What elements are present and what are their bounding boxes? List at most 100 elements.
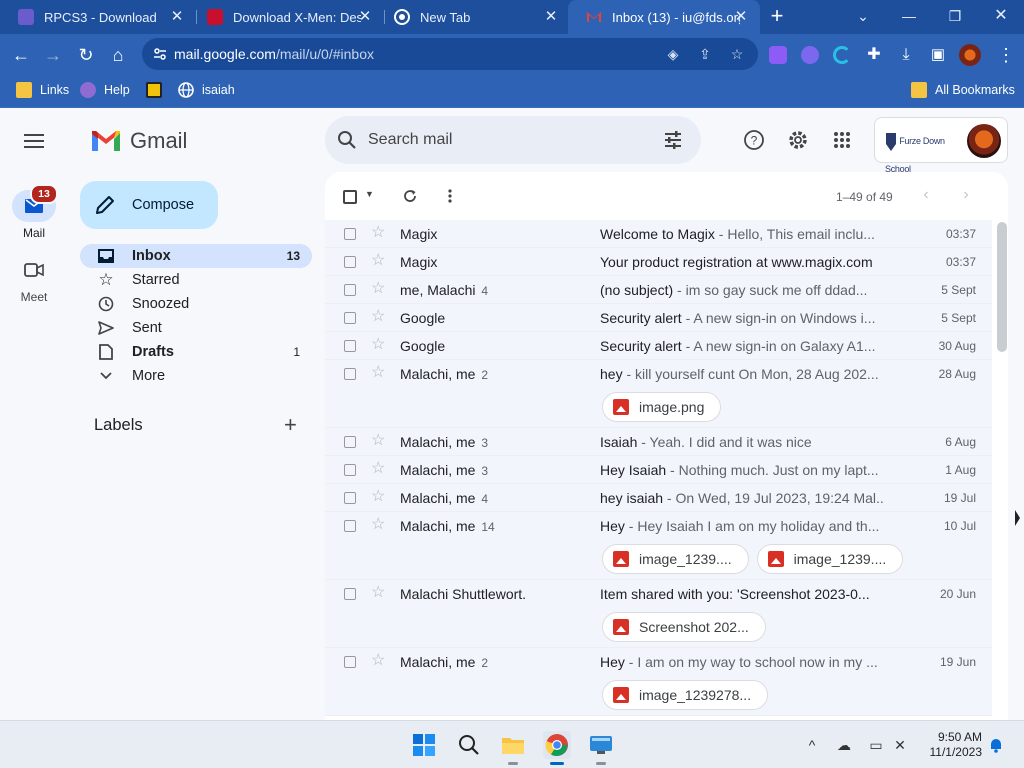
minimize-icon[interactable]: — [899,6,919,26]
onedrive-cloud-icon[interactable]: ☁ [834,735,854,755]
star-icon[interactable]: ☆ [371,336,385,354]
share-icon[interactable]: ⇪ [696,46,714,63]
add-label-icon[interactable]: + [284,414,297,436]
nav-sent[interactable]: Sent [80,316,312,340]
volume-muted-icon[interactable]: ✕ [890,735,910,755]
settings-gear-icon[interactable] [786,128,810,152]
row-checkbox[interactable] [344,464,356,476]
extensions-puzzle-icon[interactable]: ✚ [863,44,885,66]
search-icon[interactable] [337,130,357,150]
main-menu-icon[interactable] [24,134,44,148]
row-checkbox[interactable] [344,368,356,380]
notifications-bell-icon[interactable] [986,735,1006,755]
window-close-icon[interactable]: ✕ [991,6,1011,26]
extension-purple-icon[interactable] [769,46,787,64]
row-checkbox[interactable] [344,656,356,668]
star-icon[interactable]: ☆ [371,652,385,670]
star-icon[interactable]: ☆ [371,308,385,326]
star-icon[interactable]: ☆ [371,460,385,478]
email-row[interactable]: ☆ Google Security alert - A new sign-in o… [325,332,992,360]
search-input[interactable]: Search mail [368,131,452,149]
taskbar-search-button[interactable] [455,731,483,759]
row-checkbox[interactable] [344,312,356,324]
close-icon[interactable]: ✕ [356,8,374,26]
mail-list-scrollbar[interactable] [997,222,1007,352]
tab-search-chevron-icon[interactable]: ⌄ [853,6,873,26]
bookmark-star-icon[interactable]: ☆ [728,46,746,63]
email-row[interactable]: ☆ Malachi, me 2 hey - kill yourself cunt O… [325,360,992,428]
profile-avatar[interactable] [959,44,981,66]
star-icon[interactable]: ☆ [371,516,385,534]
close-icon[interactable]: ✕ [542,8,560,26]
nav-inbox[interactable]: Inbox 13 [80,244,312,268]
star-icon[interactable]: ☆ [371,432,385,450]
show-hidden-icons-chevron-icon[interactable]: ^ [802,735,822,755]
star-icon[interactable]: ☆ [371,224,385,242]
email-row[interactable]: ☆ Malachi, me 3 Isaiah - Yeah. I did and i… [325,428,992,456]
close-icon[interactable]: ✕ [732,8,750,26]
nav-more[interactable]: More [80,364,312,388]
attachment-chip[interactable]: image_1239.... [756,544,904,574]
email-row[interactable]: ☆ Malachi, me 4 hey isaiah - On Wed, 19 Ju… [325,484,992,512]
row-checkbox[interactable] [344,228,356,240]
row-checkbox[interactable] [344,340,356,352]
mail-pill[interactable]: 13 [12,184,58,222]
account-switcher[interactable]: Furze Down School [874,117,1008,174]
row-checkbox[interactable] [344,588,356,600]
star-icon[interactable]: ☆ [371,280,385,298]
rail-meet[interactable]: Meet [0,254,68,304]
extension-refresh-icon[interactable] [833,46,851,64]
bookmark-tag[interactable] [146,82,170,98]
newer-page-icon[interactable]: › [956,186,976,204]
email-row[interactable]: ☆ Malachi, me 14 Hey - Hey Isaiah I am on … [325,512,992,580]
download-icon[interactable]: ⤓ [895,44,917,66]
close-icon[interactable]: ✕ [168,8,186,26]
search-bar[interactable]: Search mail [325,116,701,164]
extension-teams-icon[interactable] [801,46,819,64]
bookmark-isaiah[interactable]: isaiah [178,82,235,98]
network-icon[interactable]: ▭ [866,735,886,755]
email-row[interactable]: ☆ Magix Your product registration at www.… [325,248,992,276]
nav-snoozed[interactable]: Snoozed [80,292,312,316]
search-options-icon[interactable] [663,130,683,150]
system-clock[interactable]: 9:50 AM 11/1/2023 [918,730,983,760]
taskbar-chrome[interactable] [543,731,571,765]
star-icon[interactable]: ☆ [371,488,385,506]
row-checkbox[interactable] [344,520,356,532]
email-row[interactable]: ☆ Magix Welcome to Magix - Hello, This em… [325,220,992,248]
back-icon[interactable]: ← [10,44,32,66]
select-all-checkbox[interactable] [343,190,357,204]
bookmark-help[interactable]: Help [80,82,130,98]
star-icon[interactable]: ☆ [371,252,385,270]
home-icon[interactable]: ⌂ [107,44,129,66]
restore-icon[interactable]: ❐ [945,6,965,26]
refresh-icon[interactable] [400,186,420,206]
select-dropdown-icon[interactable]: ▼ [365,189,374,199]
tab-rpcs3[interactable]: RPCS3 - Download ✕ [0,0,196,34]
nav-drafts[interactable]: Drafts 1 [80,340,312,364]
star-icon[interactable]: ☆ [371,364,385,382]
meet-pill[interactable] [12,254,56,286]
row-checkbox[interactable] [344,256,356,268]
taskbar-app[interactable] [587,731,615,765]
older-page-icon[interactable]: ‹ [916,186,936,204]
address-bar[interactable]: mail.google.com/mail/u/0/#inbox ◈ ⇪ ☆ [142,38,758,70]
menu-kebab-icon[interactable]: ⋮ [995,44,1017,66]
all-bookmarks[interactable]: All Bookmarks [911,82,1015,98]
more-actions-icon[interactable] [440,186,460,206]
support-icon[interactable]: ? [742,128,766,152]
email-row[interactable]: ☆ Malachi, me 2 Hey - I am on my way to sc… [325,648,992,716]
row-checkbox[interactable] [344,436,356,448]
attachment-chip[interactable]: image_1239.... [602,544,749,574]
site-info-icon[interactable] [152,46,168,62]
apps-grid-icon[interactable] [830,128,854,152]
email-row[interactable]: ☆ Malachi Shuttlewort. Item shared with y… [325,580,992,648]
taskbar-file-explorer[interactable] [499,731,527,765]
attachment-chip[interactable]: image_1239278... [602,680,769,710]
reload-icon[interactable]: ↻ [75,44,97,66]
new-tab-button[interactable]: + [766,5,788,27]
attachment-chip[interactable]: image.png [602,392,722,422]
nav-starred[interactable]: ☆ Starred [80,268,312,292]
row-checkbox[interactable] [344,492,356,504]
row-checkbox[interactable] [344,284,356,296]
